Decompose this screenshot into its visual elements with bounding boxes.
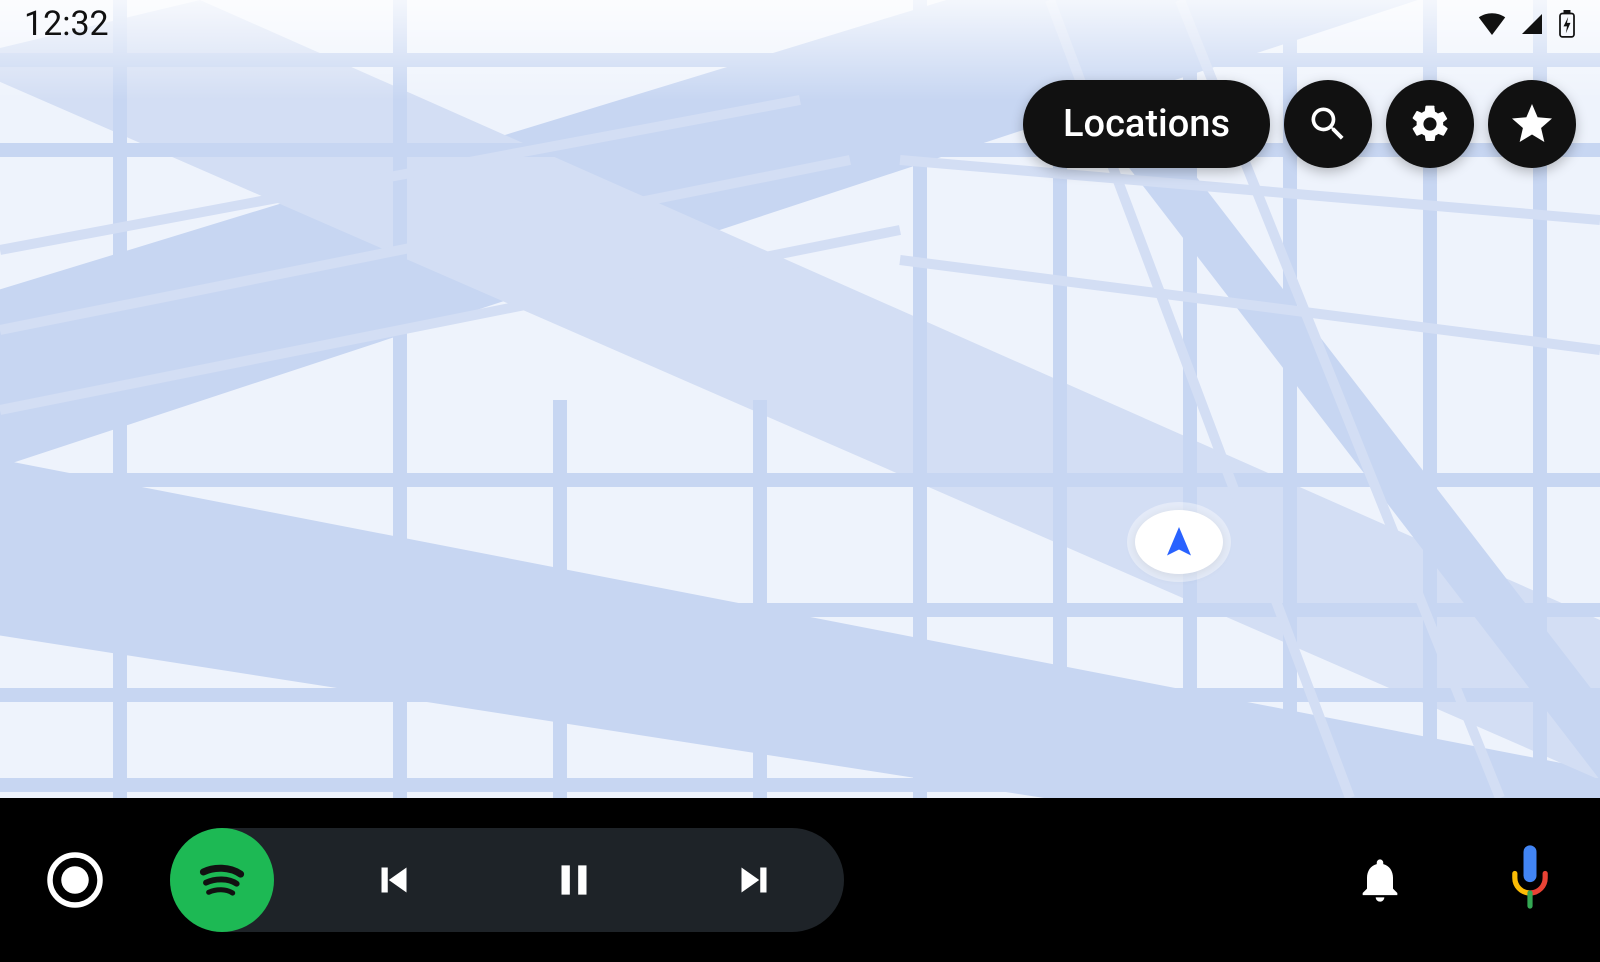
- settings-button[interactable]: [1386, 80, 1474, 168]
- skip-previous-button[interactable]: [364, 850, 424, 910]
- status-time: 12:32: [24, 4, 109, 44]
- search-button[interactable]: [1284, 80, 1372, 168]
- skip-previous-icon: [369, 855, 419, 905]
- favorites-button[interactable]: [1488, 80, 1576, 168]
- google-mic-icon: [1504, 845, 1556, 915]
- gear-icon: [1408, 102, 1452, 146]
- battery-charging-icon: [1558, 10, 1576, 38]
- bell-icon: [1354, 854, 1406, 906]
- media-control-pill: [170, 828, 844, 932]
- cell-signal-icon: [1518, 12, 1546, 36]
- status-bar: 12:32: [0, 0, 1600, 48]
- locations-button[interactable]: Locations: [1023, 80, 1270, 168]
- search-icon: [1306, 102, 1350, 146]
- skip-next-button[interactable]: [724, 850, 784, 910]
- play-pause-button[interactable]: [544, 850, 604, 910]
- navigation-arrow-icon: [1161, 524, 1197, 560]
- home-circle-icon: [45, 850, 105, 910]
- notifications-button[interactable]: [1350, 850, 1410, 910]
- current-location-marker[interactable]: [1135, 510, 1223, 574]
- wifi-icon: [1478, 13, 1506, 35]
- star-icon: [1508, 100, 1556, 148]
- status-icons: [1478, 10, 1576, 38]
- map-action-buttons: Locations: [1023, 80, 1576, 168]
- pause-icon: [549, 855, 599, 905]
- skip-next-icon: [729, 855, 779, 905]
- bottom-right-actions: [1350, 850, 1560, 910]
- locations-label: Locations: [1063, 102, 1230, 146]
- media-app-button[interactable]: [170, 828, 274, 932]
- bottom-nav-bar: [0, 798, 1600, 962]
- spotify-icon: [190, 848, 254, 912]
- media-controls: [364, 850, 784, 910]
- home-button[interactable]: [40, 845, 110, 915]
- voice-assistant-button[interactable]: [1500, 850, 1560, 910]
